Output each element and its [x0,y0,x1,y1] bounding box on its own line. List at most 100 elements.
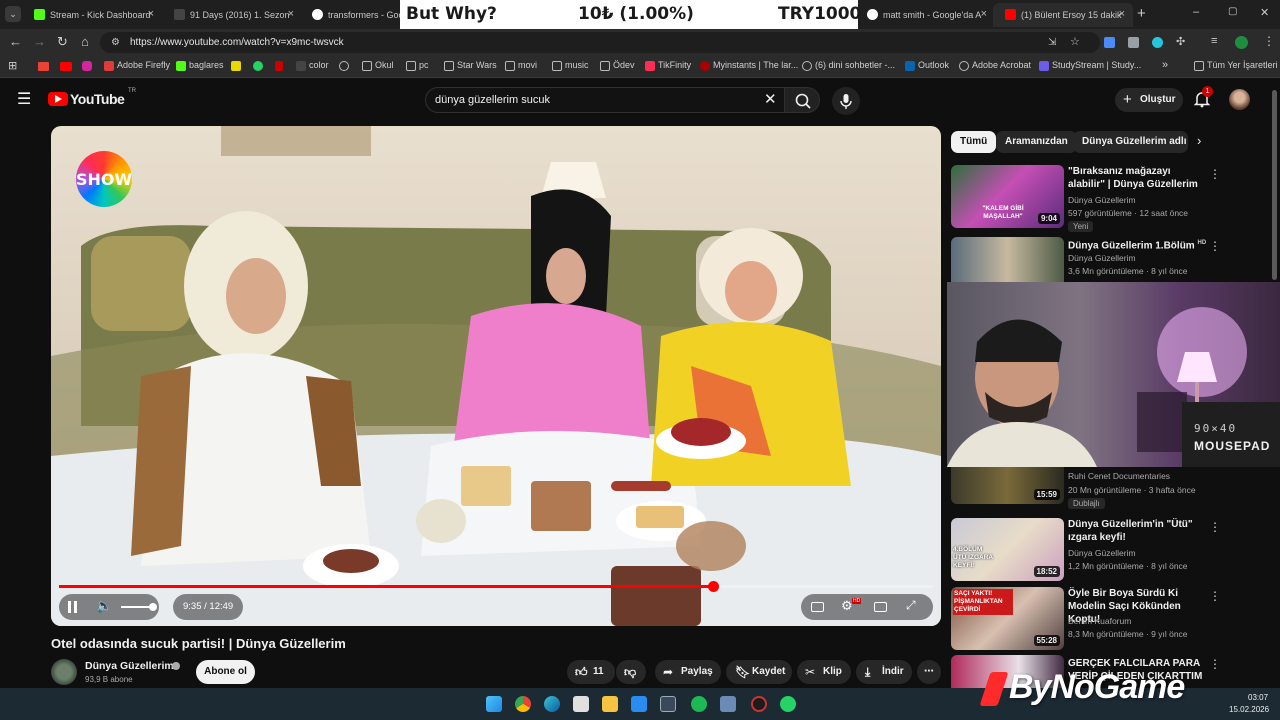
clear-search-icon[interactable]: ✕ [764,88,777,112]
more-options-icon[interactable]: ⋮ [1209,589,1221,603]
more-options-icon[interactable]: ⋮ [1209,520,1221,534]
channel-name[interactable]: Dünya Güzellerim [85,660,174,672]
video-thumbnail[interactable]: "KALEM GİBİ MAŞALLAH" 9:04 [951,165,1064,228]
search-input[interactable]: dünya güzellerim sucuk ✕ [425,87,788,113]
subscribe-button[interactable]: Abone ol [196,660,255,684]
download-button[interactable]: ⤓ İndir [856,660,912,684]
app-taskbar-icon[interactable] [660,696,676,712]
chips-next-icon[interactable]: › [1197,133,1201,148]
tab-search-icon[interactable]: ⌄ [5,6,21,22]
more-options-icon[interactable]: ⋮ [1209,167,1221,181]
extension-icon[interactable] [1152,37,1163,48]
video-thumbnail[interactable]: 15:59 [951,467,1064,504]
more-actions-button[interactable]: ⋯ [917,660,941,684]
subtitles-icon[interactable] [811,602,824,612]
pause-icon[interactable] [67,601,79,613]
save-button[interactable]: 🔖︎ Kaydet [726,660,792,684]
volume-knob[interactable] [149,603,157,611]
chip-all[interactable]: Tümü [951,131,997,153]
video-thumbnail[interactable] [951,237,1064,282]
notifications-button[interactable]: 1 [1193,86,1213,108]
bookmark-star-icon[interactable]: ☆ [1070,32,1080,53]
video-progress-bar[interactable] [59,581,933,592]
video-player[interactable]: SHOW 🔈 9:35 / 12:49 ⚙ HD ⤢ [51,126,941,626]
close-window-button[interactable]: ✕ [1260,6,1269,19]
recommendation-channel[interactable]: Benim Kuaforum [1068,616,1131,626]
tab-transformers-google[interactable]: transformers - Googl [300,3,400,27]
fullscreen-icon[interactable]: ⤢ [906,598,916,613]
bookmark-studystream[interactable]: StudyStream | Study... [1039,60,1141,71]
taskbar-time[interactable]: 03:07 [1248,693,1268,702]
tab-kick-dashboard[interactable]: Stream - Kick Dashboard × [22,3,162,27]
extension-icon[interactable] [1128,37,1139,48]
volume-icon[interactable]: 🔈 [96,598,112,614]
bookmark-pc[interactable]: pc [406,60,429,71]
chip-from-search[interactable]: Aramanızdan [996,131,1077,153]
bookmarks-overflow-icon[interactable]: » [1162,59,1168,71]
taskbar-date[interactable]: 15.02.2026 [1229,705,1269,714]
forward-icon[interactable]: → [33,34,46,49]
spotify-icon[interactable] [691,696,707,712]
recommendation-channel[interactable]: Dünya Güzellerim [1068,195,1136,205]
close-tab-icon[interactable]: × [981,8,987,20]
more-options-icon[interactable]: ⋮ [1209,239,1221,253]
bookmark-color[interactable]: color [296,60,329,71]
reload-icon[interactable]: ↻ [57,34,68,50]
home-icon[interactable]: ⌂ [81,34,89,49]
close-tab-icon[interactable]: × [148,8,154,20]
bookmark-dini-sohbetler[interactable]: (6) dini sohbetler -... [802,60,895,71]
install-icon[interactable]: ⇲ [1048,32,1056,53]
hamburger-menu-icon[interactable]: ☰ [17,89,31,109]
chrome-taskbar-icon[interactable] [515,696,531,712]
extension-translate-icon[interactable] [1104,37,1115,48]
all-bookmarks-folder[interactable]: Tüm Yer İşaretleri [1194,60,1278,71]
app-taskbar-icon[interactable] [720,696,736,712]
recommendation-title[interactable]: Dünya Güzellerim 1.Bölüm HD [1068,237,1208,252]
recommendation-channel[interactable]: Dünya Güzellerim [1068,253,1136,263]
new-tab-button[interactable]: + [1137,5,1146,22]
recommendation-item[interactable]: SAÇI YAKTI! PİŞMANLIKTAN ÇEVİRDİ 55:28 Ö… [951,587,1223,650]
edge-taskbar-icon[interactable] [544,696,560,712]
maximize-button[interactable]: ▢ [1228,6,1237,17]
bookmark-myinstants[interactable]: Myinstants | The lar... [700,60,798,71]
app-taskbar-icon[interactable] [631,696,647,712]
recommendation-item[interactable]: "KALEM GİBİ MAŞALLAH" 9:04 "Bıraksanız m… [951,165,1223,233]
recommendation-item[interactable]: Dünya Güzellerim 1.Bölüm HD Dünya Güzell… [951,237,1223,282]
clip-button[interactable]: ✂ Klip [797,660,851,684]
account-avatar[interactable] [1229,89,1250,110]
bookmark-music[interactable]: music [552,60,589,71]
extensions-puzzle-icon[interactable]: ✣ [1176,35,1185,48]
bookmark-adobe-firefly[interactable]: Adobe Firefly [104,60,170,71]
file-explorer-icon[interactable] [602,696,618,712]
tab-matt-smith-google[interactable]: matt smith - Google'da A × [855,3,995,27]
recommendation-channel[interactable]: Dünya Güzellerim [1068,548,1136,558]
recommendation-title[interactable]: Dünya Güzellerim'in "Ütü" ızgara keyfi! [1068,518,1208,544]
url-field[interactable]: ⚙ https://www.youtube.com/watch?v=x9mc-t… [100,32,1100,53]
media-controls-icon[interactable]: ≡ [1211,35,1217,47]
whatsapp-icon[interactable] [253,61,263,71]
gmail-icon[interactable] [38,62,49,71]
bookmark-red-icon[interactable] [275,61,283,71]
recommendation-item[interactable]: 4.BÖLÜM ÜTÜ IZGARA KEYFİ! 18:52 Dünya Gü… [951,518,1223,581]
miniplayer-icon[interactable] [874,602,887,612]
instagram-icon[interactable] [82,61,92,71]
site-info-icon[interactable]: ⚙ [111,32,120,53]
youtube-bookmark-icon[interactable] [60,62,72,71]
chip-channel[interactable]: Dünya Güzellerim adlı yü [1073,131,1188,153]
page-scrollbar[interactable] [1272,90,1277,280]
close-tab-icon[interactable]: × [288,8,294,20]
store-taskbar-icon[interactable] [573,696,589,712]
bookmark-movi[interactable]: movi [505,60,537,71]
bookmark-s-icon[interactable] [231,61,241,71]
recommendation-item[interactable]: 15:59 Ruhi Cenet Documentaries 20 Mn gör… [951,467,1223,512]
bookmark-outlook[interactable]: Outlook [905,60,949,71]
profile-avatar[interactable] [1235,36,1248,49]
voice-search-button[interactable] [832,87,860,115]
whatsapp-taskbar-icon[interactable] [780,696,796,712]
search-button[interactable] [784,87,820,113]
channel-avatar[interactable] [51,659,77,685]
bookmark-baglares[interactable]: baglares [176,60,224,71]
settings-gear-icon[interactable]: ⚙ [841,598,853,614]
progress-scrubber[interactable] [707,581,719,592]
globe-icon[interactable] [339,61,349,71]
